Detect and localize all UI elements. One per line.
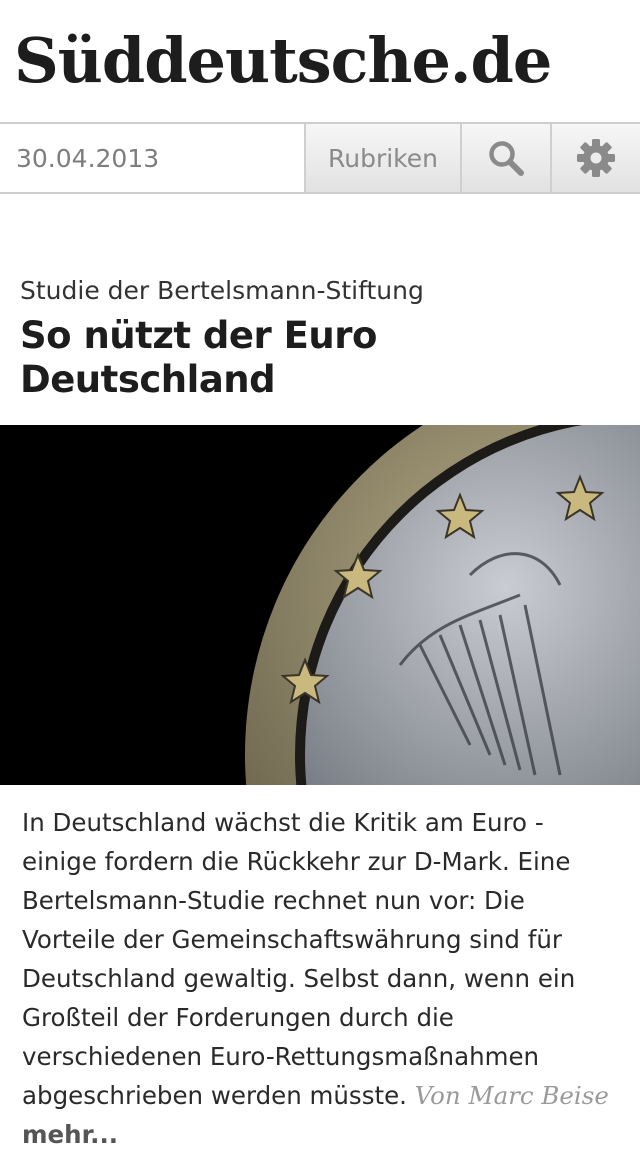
search-icon <box>489 141 524 176</box>
settings-button[interactable] <box>550 124 640 192</box>
gear-icon <box>577 139 615 177</box>
article: Studie der Bertelsmann-Stiftung So nützt… <box>0 276 640 1154</box>
current-date: 30.04.2013 <box>0 124 304 192</box>
teaser-text: In Deutschland wächst die Kritik am Euro… <box>22 807 576 1110</box>
toolbar: 30.04.2013 Rubriken <box>0 122 640 194</box>
euro-coin-image[interactable] <box>0 424 640 785</box>
more-link[interactable]: mehr... <box>22 1120 118 1149</box>
article-headline[interactable]: So nützt der Euro Deutschland <box>20 314 620 403</box>
masthead: Süddeutsche.de <box>0 0 640 122</box>
article-kicker[interactable]: Studie der Bertelsmann-Stiftung <box>20 276 640 306</box>
site-logo[interactable]: Süddeutsche.de <box>14 30 552 92</box>
search-button[interactable] <box>460 124 550 192</box>
article-teaser[interactable]: In Deutschland wächst die Kritik am Euro… <box>22 803 618 1154</box>
rubriken-button[interactable]: Rubriken <box>304 124 460 192</box>
article-author: Von Marc Beise <box>414 1080 609 1110</box>
